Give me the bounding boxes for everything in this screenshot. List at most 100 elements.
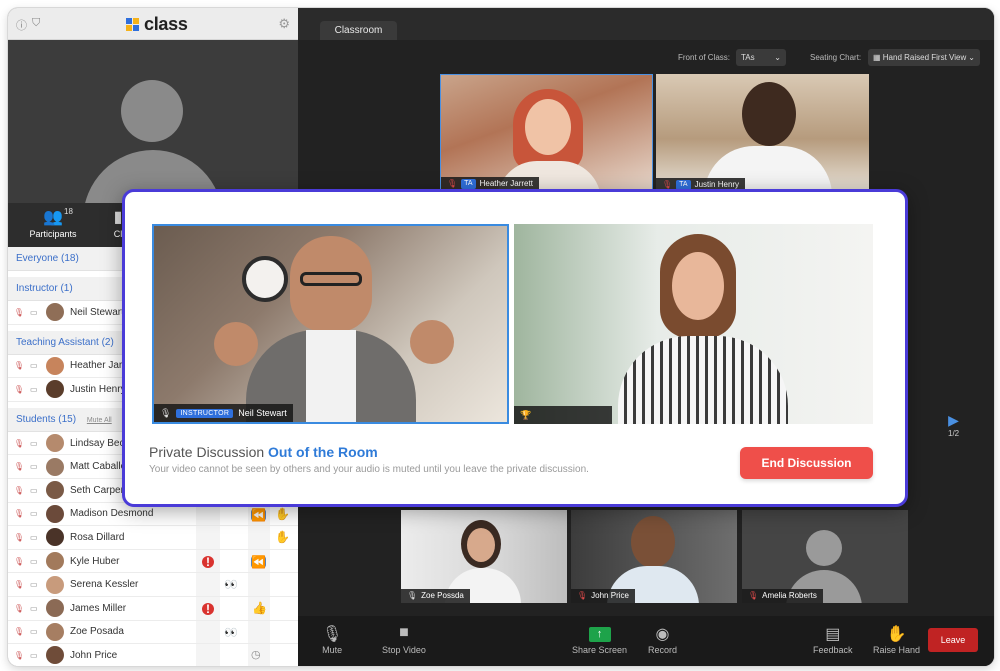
gear-icon[interactable]: ⚙ bbox=[278, 16, 290, 32]
camera-icon: ▭ bbox=[30, 307, 38, 317]
list-item[interactable]: 🎙 ▭ James Miller ! 👍 bbox=[8, 597, 298, 621]
instructor-nameplate: 🎙 INSTRUCTOR Neil Stewart bbox=[154, 404, 293, 422]
meeting-toolbar: 🎙 Mute ■ Stop Video ↑ Share Screen ◉ Rec… bbox=[298, 616, 994, 666]
mic-muted-icon: 🎙 bbox=[13, 509, 25, 519]
video-tile[interactable]: 🎙 Amelia Roberts bbox=[742, 510, 908, 603]
camera-icon: ▭ bbox=[30, 603, 38, 613]
app-window: ⓘ ⛉ class ⚙ 👥 18 Participants ▮ Cl Every… bbox=[8, 8, 994, 666]
stop-video-button[interactable]: ■ Stop Video bbox=[382, 624, 426, 655]
seating-chart-select[interactable]: ▦ Hand Raised First View ⌄ bbox=[868, 49, 980, 66]
logo-text: class bbox=[144, 14, 188, 34]
avatar bbox=[46, 303, 64, 322]
shield-icon[interactable]: ⛉ bbox=[32, 17, 40, 33]
camera-icon: ▭ bbox=[30, 485, 38, 495]
modal-title: Private Discussion Out of the Room bbox=[149, 444, 378, 460]
video-tile[interactable]: 🎙 TA Justin Henry bbox=[656, 74, 869, 192]
mic-muted-icon: 🎙 bbox=[13, 361, 25, 371]
tile-name: 🎙 John Price bbox=[571, 589, 635, 603]
glasses bbox=[300, 272, 362, 286]
front-of-class-select[interactable]: TAs ⌄ bbox=[736, 49, 786, 66]
tab-classroom[interactable]: Classroom bbox=[320, 21, 397, 40]
video-tile[interactable]: 🎙 Zoe Possda bbox=[401, 510, 567, 603]
student-video[interactable]: 🏆 bbox=[514, 224, 873, 424]
camera-icon: ▭ bbox=[30, 580, 38, 590]
camera-icon: ▭ bbox=[30, 438, 38, 448]
list-item[interactable]: 🎙 ▭ Serena Kessler 👀 bbox=[8, 573, 298, 597]
share-screen-button[interactable]: ↑ Share Screen bbox=[572, 624, 627, 655]
raise-hand-button[interactable]: ✋ Raise Hand bbox=[873, 624, 920, 655]
mic-icon: 🎙 bbox=[407, 591, 418, 600]
alert-icon: ! bbox=[202, 555, 214, 568]
end-discussion-button[interactable]: End Discussion bbox=[740, 447, 873, 479]
mic-muted-icon: 🎙 bbox=[13, 384, 25, 394]
modal-subtitle: Your video cannot be seen by others and … bbox=[149, 464, 589, 475]
logo: class bbox=[126, 14, 188, 35]
raised-hand-icon: ✋ bbox=[275, 506, 290, 521]
seating-chart-label: Seating Chart: bbox=[810, 53, 862, 62]
mic-muted-icon: 🎙 bbox=[13, 532, 25, 542]
tab-participants[interactable]: 👥 18 Participants bbox=[8, 203, 98, 247]
mic-muted-icon: 🎙 bbox=[13, 650, 25, 660]
tile-name: 🎙 Zoe Possda bbox=[401, 589, 470, 603]
private-discussion-modal: 🎙 INSTRUCTOR Neil Stewart 🏆 Private Disc… bbox=[122, 189, 908, 507]
video-tile[interactable]: 🎙 John Price bbox=[571, 510, 737, 603]
mute-all-link[interactable]: Mute All bbox=[87, 417, 112, 424]
leave-button[interactable]: Leave bbox=[928, 628, 978, 652]
chevron-down-icon: ⌄ bbox=[968, 53, 975, 62]
mic-muted-icon: 🎙 bbox=[13, 438, 25, 448]
mute-button[interactable]: 🎙 Mute bbox=[322, 624, 342, 655]
avatar bbox=[46, 504, 64, 523]
avatar bbox=[46, 646, 64, 665]
record-button[interactable]: ◉ Record bbox=[648, 624, 677, 655]
mic-icon: 🎙 bbox=[13, 307, 25, 317]
camera-icon: ▭ bbox=[30, 462, 38, 472]
mic-muted-icon: 🎙 bbox=[577, 591, 588, 600]
mic-muted-icon: 🎙 bbox=[748, 591, 759, 600]
avatar bbox=[46, 552, 64, 571]
feedback-button[interactable]: ▤ Feedback bbox=[813, 624, 853, 655]
mic-muted-icon: 🎙 bbox=[13, 462, 25, 472]
rewind-icon: ⏪ bbox=[251, 554, 266, 569]
self-video bbox=[8, 40, 298, 203]
stage-tabbar: Classroom bbox=[298, 8, 994, 40]
camera-icon: ▭ bbox=[30, 556, 38, 566]
list-item[interactable]: 🎙 ▭ Zoe Posada 👀 bbox=[8, 621, 298, 645]
mic-muted-icon: 🎙 bbox=[13, 485, 25, 495]
list-item[interactable]: 🎙 ▭ Kyle Huber ! ⏪ bbox=[8, 550, 298, 574]
instructor-video[interactable]: 🎙 INSTRUCTOR Neil Stewart bbox=[152, 224, 509, 424]
feedback-icon: ▤ bbox=[825, 626, 841, 643]
list-item[interactable]: 🎙 ▭ John Price ◷ bbox=[8, 644, 298, 666]
left-topbar: ⓘ ⛉ class ⚙ bbox=[8, 8, 298, 40]
chevron-right-icon[interactable]: ▶ bbox=[948, 412, 959, 429]
video-tile[interactable]: 🎙 TA Heather Jarrett bbox=[440, 74, 653, 192]
share-screen-icon: ↑ bbox=[588, 627, 611, 642]
people-icon: 👥 bbox=[43, 209, 63, 226]
pager[interactable]: ▶ 1/2 bbox=[948, 412, 959, 438]
info-icon[interactable]: ⓘ bbox=[16, 17, 27, 33]
alert-icon: ! bbox=[202, 602, 214, 615]
instructor-badge: INSTRUCTOR bbox=[176, 408, 234, 418]
logo-icon bbox=[126, 17, 140, 32]
eyes-icon: 👀 bbox=[224, 579, 238, 592]
raised-hand-icon: ✋ bbox=[275, 530, 290, 545]
clock-icon: ◷ bbox=[251, 649, 261, 662]
avatar bbox=[46, 380, 64, 399]
mic-muted-icon: 🎙 bbox=[13, 603, 25, 613]
list-item[interactable]: 🎙 ▭ Rosa Dillard ✋ bbox=[8, 526, 298, 550]
camera-icon: ▭ bbox=[30, 532, 38, 542]
camera-icon: ▭ bbox=[30, 361, 38, 371]
avatar bbox=[46, 575, 64, 594]
avatar bbox=[46, 481, 64, 500]
avatar bbox=[46, 457, 64, 476]
participant-count: 18 bbox=[64, 207, 73, 216]
mic-muted-icon: 🎙 bbox=[13, 627, 25, 637]
camera-icon: ▭ bbox=[30, 384, 38, 394]
modal-status: Out of the Room bbox=[268, 444, 378, 460]
avatar bbox=[46, 434, 64, 453]
mic-muted-icon: 🎙 bbox=[13, 556, 25, 566]
trophy-icon: 🏆 bbox=[520, 409, 532, 420]
thumbs-up-icon: 👍 bbox=[252, 600, 267, 615]
mic-icon: 🎙 bbox=[160, 407, 172, 418]
tile-name: 🎙 Amelia Roberts bbox=[742, 589, 823, 603]
record-icon: ◉ bbox=[655, 626, 670, 643]
